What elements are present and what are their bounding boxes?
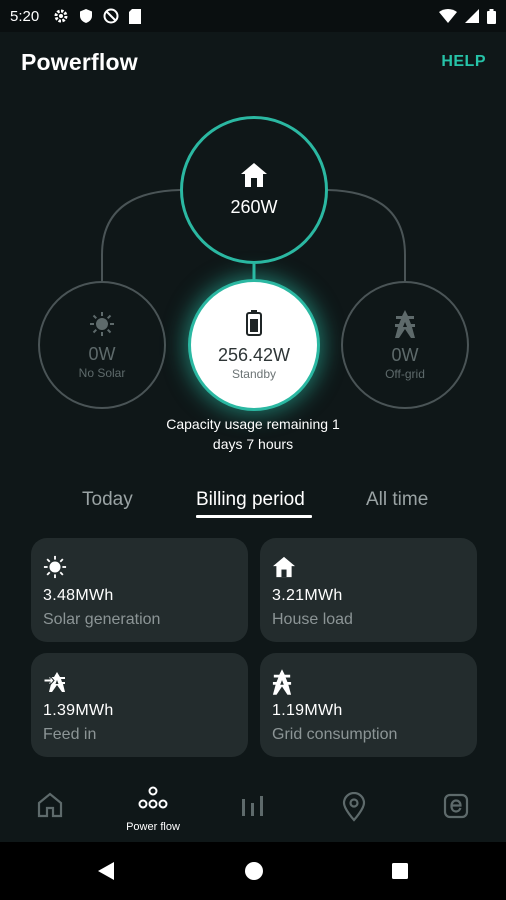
bottom-navigation: Power flow	[0, 778, 506, 840]
nav-power-flow[interactable]: Power flow	[118, 786, 188, 833]
nav-home[interactable]	[36, 792, 64, 823]
tab-all-time[interactable]: All time	[366, 489, 428, 511]
home-circle-icon[interactable]	[244, 861, 264, 886]
back-icon[interactable]	[96, 861, 116, 886]
tab-underline	[196, 515, 312, 518]
stats-icon	[240, 794, 266, 821]
battery-status-icon	[487, 8, 496, 24]
grid-status: Off-grid	[385, 366, 425, 381]
nav-energy[interactable]	[443, 793, 469, 824]
status-icons-left	[53, 8, 142, 24]
do-not-disturb-icon	[103, 8, 119, 24]
house-icon	[240, 162, 268, 193]
wifi-icon	[439, 9, 457, 23]
status-time: 5:20	[10, 7, 40, 25]
nav-stats[interactable]	[240, 794, 266, 821]
sd-card-icon	[129, 8, 142, 24]
nav-location[interactable]	[342, 791, 366, 827]
card-label: Feed in	[43, 726, 97, 743]
solar-power-value: 0W	[88, 343, 116, 364]
card-value: 1.39MWh	[43, 702, 114, 719]
house-power-value: 260W	[230, 197, 278, 217]
card-label: Solar generation	[43, 611, 161, 628]
card-value: 3.48MWh	[43, 587, 114, 604]
house-node[interactable]: 260W	[180, 116, 328, 264]
status-icons-right	[439, 8, 496, 24]
battery-icon	[246, 309, 262, 341]
powerflow-icon	[137, 786, 169, 815]
nav-label: Power flow	[126, 821, 180, 833]
house-icon	[272, 555, 465, 579]
grid-node[interactable]: 0W Off-grid	[341, 281, 469, 409]
powerflow-diagram: 260W 0W No Solar 256.42W Standby 0W Off-…	[0, 100, 506, 480]
system-navigation-bar	[0, 842, 506, 900]
tab-today[interactable]: Today	[82, 489, 133, 511]
card-label: Grid consumption	[272, 726, 398, 743]
status-bar: 5:20	[0, 0, 506, 32]
shield-icon	[79, 8, 93, 24]
capacity-usage-text: Capacity usage remaining 1 days 7 hours	[166, 416, 340, 452]
signal-icon	[465, 9, 479, 23]
solar-generation-card[interactable]: 3.48MWh Solar generation	[31, 538, 248, 642]
grid-power-value: 0W	[391, 344, 419, 365]
house-load-card[interactable]: 3.21MWh House load	[260, 538, 477, 642]
settings-icon	[53, 8, 69, 24]
location-icon	[342, 791, 366, 827]
feed-in-icon	[43, 670, 236, 694]
solar-status: No Solar	[78, 365, 126, 380]
page-title: Powerflow	[21, 49, 138, 75]
recents-icon[interactable]	[390, 861, 410, 886]
battery-node[interactable]: 256.42W Standby	[191, 282, 317, 408]
solar-node[interactable]: 0W No Solar	[38, 281, 166, 409]
tab-billing-period[interactable]: Billing period	[196, 489, 305, 511]
battery-power-value: 256.42W	[217, 344, 291, 365]
battery-status: Standby	[231, 366, 277, 381]
sun-icon	[89, 311, 115, 342]
card-value: 1.19MWh	[272, 702, 343, 719]
grid-consumption-card[interactable]: 1.19MWh Grid consumption	[260, 653, 477, 757]
help-button[interactable]: HELP	[441, 53, 486, 71]
pylon-icon	[272, 669, 465, 695]
energy-icon	[443, 793, 469, 824]
card-label: House load	[272, 611, 353, 628]
period-tabs: Today Billing period All time	[0, 486, 506, 522]
home-icon	[36, 792, 64, 823]
feed-in-card[interactable]: 1.39MWh Feed in	[31, 653, 248, 757]
pylon-icon	[394, 309, 416, 343]
card-value: 3.21MWh	[272, 587, 343, 604]
sun-icon	[43, 555, 236, 579]
